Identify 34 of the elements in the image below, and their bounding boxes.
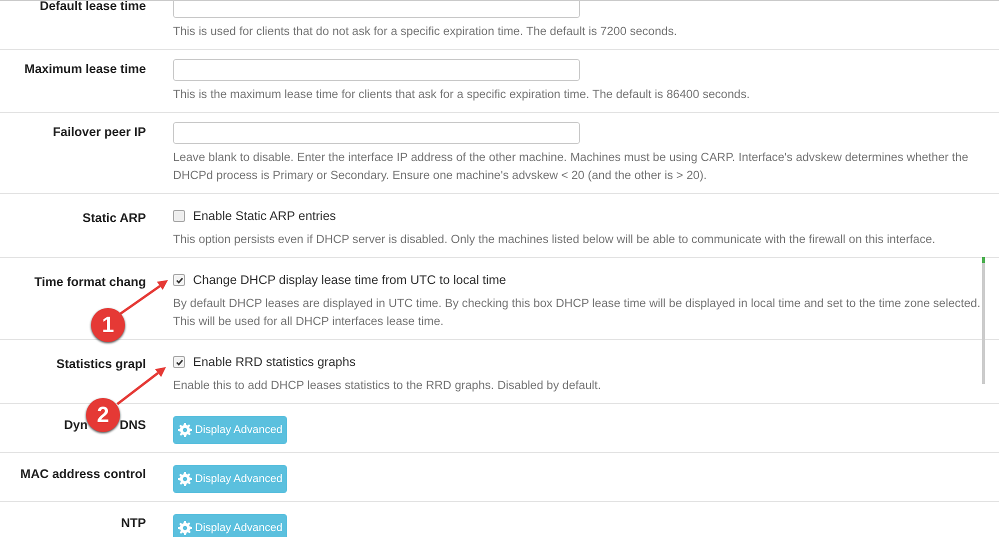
checkbox-label: Enable Static ARP entries	[193, 209, 336, 223]
scrollbar[interactable]	[982, 257, 985, 384]
field-label: Static ARP	[82, 211, 146, 225]
gear-icon	[178, 472, 192, 486]
help-text: This is used for clients that do not ask for a specific expiration time. The default is 7200 seconds.	[173, 23, 678, 40]
field-label: Failover peer IP	[52, 125, 146, 139]
input-field[interactable]	[173, 1, 580, 18]
callout-badge: 2	[86, 398, 120, 432]
field-label: Statistics grapl	[56, 357, 146, 371]
checkbox-label: Enable RRD statistics graphs	[193, 355, 356, 369]
gear-icon	[178, 423, 192, 437]
input-field[interactable]	[173, 122, 580, 144]
help-text: This is the maximum lease time for clients that ask for a specific expiration time. The default is 86400 seconds.	[173, 86, 751, 103]
checkbox[interactable]	[173, 210, 185, 222]
help-text: This option persists even if DHCP server is disabled. Only the machines listed below will be able to communicate with the firewall on this interface.	[173, 231, 936, 248]
checkbox[interactable]	[173, 356, 185, 368]
field-label: Time format chang	[34, 275, 146, 289]
input-field[interactable]	[173, 59, 580, 81]
gear-icon	[178, 521, 192, 535]
display-advanced-button[interactable]: Display Advanced	[173, 514, 288, 537]
help-text: By default DHCP leases are displayed in UTC time. By checking this box DHCP lease time will be displayed in local time and set to the time zone selected. This will be used for all DHCP interfaces lease time.	[173, 295, 982, 330]
field-label: NTP	[121, 516, 146, 530]
checkbox-label: Change DHCP display lease time from UTC to local time	[193, 273, 506, 287]
field-label: DNS	[120, 418, 146, 432]
callout-badge: 1	[91, 308, 125, 342]
help-text: Leave blank to disable. Enter the interface IP address of the other machine. Machines must be using CARP. Interface's advskew determines whether the DHCPd process is Primary or Secondary. Ensure one machine's advskew < 20 (and the other is > 20).	[173, 149, 970, 184]
field-label: MAC address control	[20, 467, 146, 481]
display-advanced-button[interactable]: Display Advanced	[173, 416, 288, 444]
checkbox[interactable]	[173, 274, 185, 286]
field-label: Dyn	[64, 418, 88, 432]
help-text: Enable this to add DHCP leases statistics to the RRD graphs. Disabled by default.	[173, 377, 602, 394]
field-label: Default lease time	[40, 1, 146, 13]
display-advanced-button[interactable]: Display Advanced	[173, 465, 288, 493]
field-label: Maximum lease time	[24, 62, 146, 76]
